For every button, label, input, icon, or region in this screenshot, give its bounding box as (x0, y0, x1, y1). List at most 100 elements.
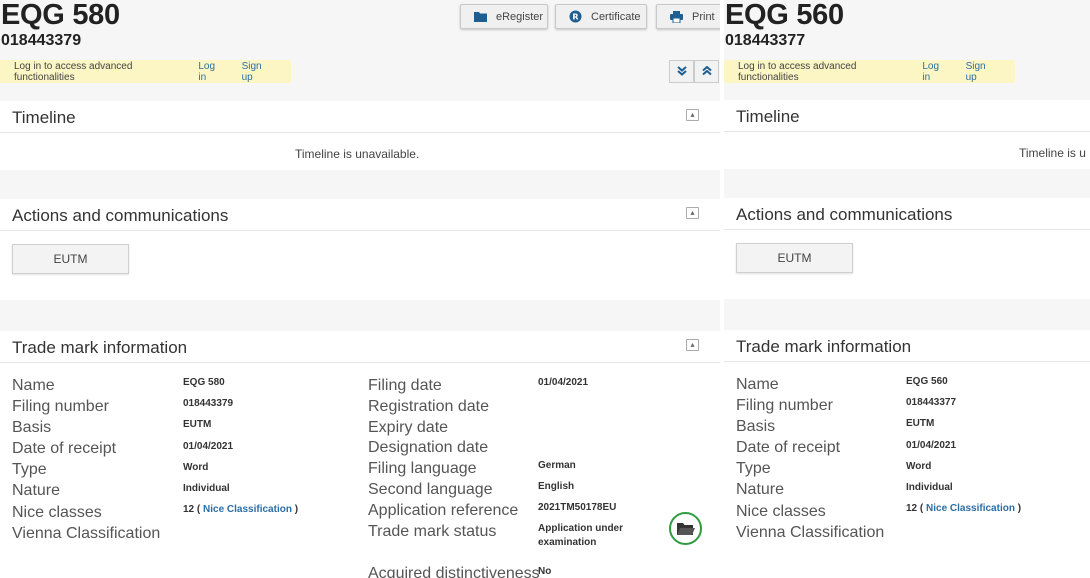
trademark-info-header: Trade mark information (724, 330, 1090, 362)
trademark-title: EQG 560 (725, 0, 844, 31)
timeline-section: Timeline Timeline is u (724, 100, 1090, 169)
date-of-receipt-label: Date of receipt (12, 440, 117, 457)
nice-classification-link[interactable]: Nice Classification (926, 503, 1015, 514)
collapse-icon: ▴ (690, 110, 695, 119)
timeline-header: Timeline ▴ (0, 101, 720, 133)
login-link[interactable]: Log in (922, 61, 947, 83)
printer-icon (669, 10, 683, 24)
filing-language-label: Filing language (368, 460, 477, 477)
trademark-info-title: Trade mark information (12, 338, 188, 357)
timeline-title: Timeline (736, 107, 800, 126)
nice-close: ) (294, 504, 299, 515)
timeline-unavailable-text: Timeline is unavailable. (295, 147, 420, 161)
designation-date-label: Designation date (368, 439, 489, 456)
timeline-title: Timeline (12, 108, 76, 127)
left-trademark-panel: EQG 580 018443379 eRegister R Certificat… (0, 0, 720, 578)
timeline-section: Timeline ▴ Timeline is unavailable. (0, 101, 720, 170)
filing-number-label: Filing number (12, 398, 109, 415)
nice-close: ) (1017, 503, 1022, 514)
svg-text:R: R (572, 13, 578, 22)
eutm-button[interactable]: EUTM (12, 244, 129, 274)
filing-number-value: 018443379 (183, 398, 234, 409)
name-value: EQG 580 (183, 377, 225, 388)
nature-value: Individual (183, 483, 230, 494)
tm-status-line2: examination (538, 537, 597, 548)
expand-all-button[interactable] (669, 60, 694, 83)
type-label: Type (12, 461, 47, 478)
filing-number-value: 018443377 (906, 397, 957, 408)
login-notice: Log in to access advanced functionalitie… (0, 60, 291, 83)
timeline-header: Timeline (724, 100, 1090, 132)
second-language-value: English (538, 481, 575, 492)
actions-header: Actions and communications (724, 198, 1090, 230)
eutm-button[interactable]: EUTM (736, 243, 853, 273)
certificate-label: Certificate (591, 10, 641, 23)
actions-title: Actions and communications (736, 205, 953, 224)
trademark-info-section: Trade mark information Name EQG 560 Fili… (724, 330, 1090, 578)
name-value: EQG 560 (906, 376, 948, 387)
registration-date-label: Registration date (368, 398, 489, 415)
nature-value: Individual (906, 482, 953, 493)
signup-link[interactable]: Sign up (242, 61, 273, 83)
signup-link[interactable]: Sign up (966, 61, 997, 83)
basis-label: Basis (12, 419, 52, 436)
login-message: Log in to access advanced functionalitie… (14, 60, 133, 83)
type-label: Type (736, 460, 771, 477)
login-message: Log in to access advanced functionalitie… (738, 60, 857, 83)
status-folder-icon (669, 512, 702, 545)
collapse-all-button[interactable] (694, 60, 719, 83)
acquired-distinctiveness-label: Acquired distinctiveness (368, 565, 540, 578)
actions-header: Actions and communications ▴ (0, 199, 720, 231)
second-language-label: Second language (368, 481, 493, 498)
application-reference-value: 2021TM50178EU (538, 502, 617, 513)
trademark-number: 018443377 (725, 32, 806, 49)
certificate-button[interactable]: R Certificate (555, 4, 647, 29)
timeline-collapse-button[interactable]: ▴ (686, 109, 699, 121)
registered-icon: R (568, 10, 582, 24)
nature-label: Nature (736, 481, 785, 498)
tm-status-label: Trade mark status (368, 523, 497, 540)
type-value: Word (183, 462, 209, 473)
nature-label: Nature (12, 482, 61, 499)
actions-section: Actions and communications EUTM (724, 198, 1090, 299)
name-label: Name (736, 376, 779, 393)
nice-classes-value: 12 ( Nice Classification ) (183, 504, 298, 515)
double-chevron-up-icon (701, 63, 712, 81)
filing-number-label: Filing number (736, 397, 833, 414)
eregister-label: eRegister (496, 10, 544, 23)
type-value: Word (906, 461, 932, 472)
print-button[interactable]: Print (656, 4, 720, 29)
filing-date-value: 01/04/2021 (538, 377, 589, 388)
trademark-info-collapse-button[interactable]: ▴ (686, 339, 699, 351)
nice-classes-label: Nice classes (12, 504, 102, 521)
date-of-receipt-value: 01/04/2021 (183, 441, 234, 452)
trademark-info-header: Trade mark information ▴ (0, 331, 720, 363)
expand-collapse-controls (669, 60, 719, 83)
nice-classification-link[interactable]: Nice Classification (203, 504, 292, 515)
nice-count: 12 ( (906, 503, 924, 514)
trademark-title: EQG 580 (1, 0, 120, 31)
double-chevron-down-icon (676, 63, 687, 81)
collapse-icon: ▴ (690, 208, 695, 217)
collapse-icon: ▴ (690, 340, 695, 349)
timeline-unavailable-text: Timeline is u (1019, 146, 1086, 160)
eregister-button[interactable]: eRegister (460, 4, 548, 29)
login-link[interactable]: Log in (198, 61, 223, 83)
name-label: Name (12, 377, 55, 394)
nice-classes-label: Nice classes (736, 503, 826, 520)
acquired-distinctiveness-value: No (538, 566, 552, 577)
date-of-receipt-value: 01/04/2021 (906, 440, 957, 451)
tm-status-line1: Application under (538, 523, 623, 534)
expiry-date-label: Expiry date (368, 419, 449, 436)
basis-value: EUTM (183, 419, 212, 430)
actions-collapse-button[interactable]: ▴ (686, 207, 699, 219)
print-label: Print (692, 10, 715, 23)
basis-value: EUTM (906, 418, 935, 429)
vienna-label: Vienna Classification (12, 525, 161, 542)
actions-title: Actions and communications (12, 206, 229, 225)
login-notice: Log in to access advanced functionalitie… (724, 60, 1015, 83)
basis-label: Basis (736, 418, 776, 435)
nice-classes-value: 12 ( Nice Classification ) (906, 503, 1021, 514)
trademark-number: 018443379 (1, 32, 82, 49)
trademark-info-title: Trade mark information (736, 337, 912, 356)
